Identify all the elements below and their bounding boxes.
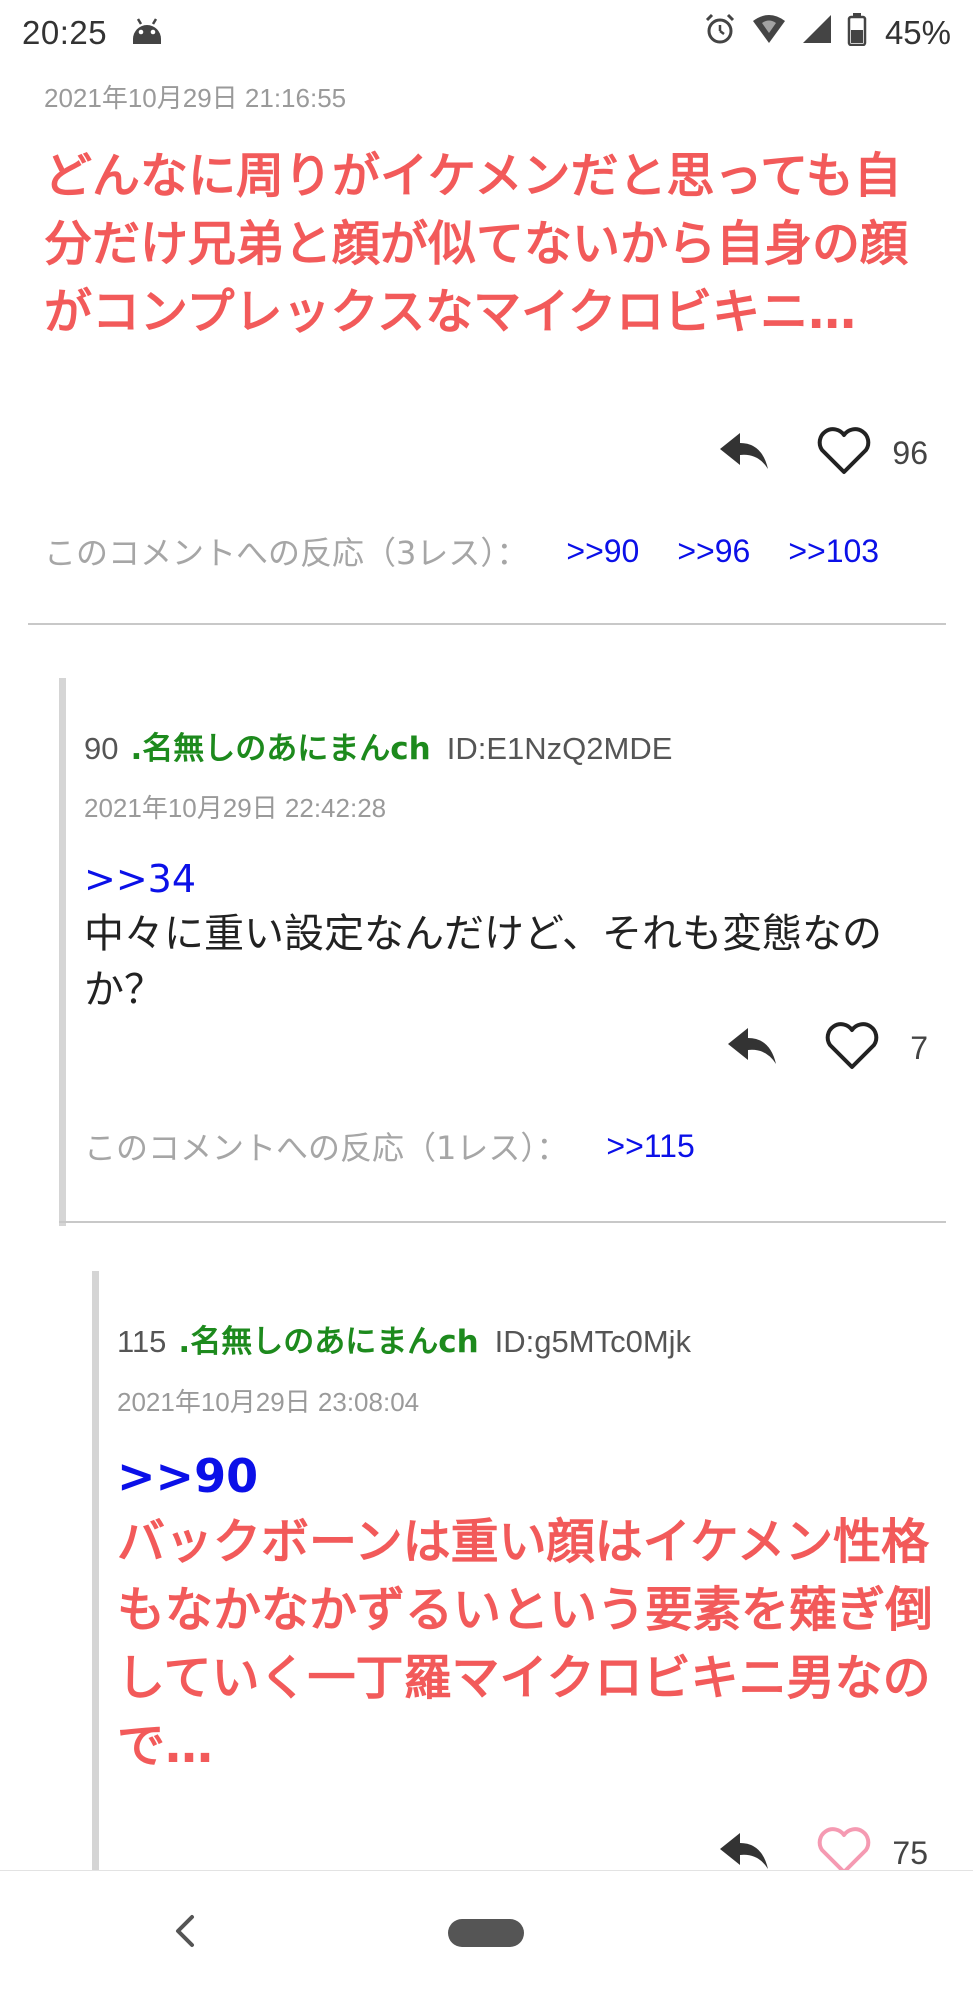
post-number: 90 — [84, 731, 119, 766]
anchor-link[interactable]: >>34 — [84, 854, 196, 904]
like-count: 96 — [892, 434, 928, 471]
post-actions: 96 — [718, 426, 928, 480]
poster-name: .名無しのあにまんch — [130, 731, 431, 767]
battery-icon — [847, 12, 867, 54]
post-header: 115 .名無しのあにまんch ID:g5MTc0Mjk — [117, 1316, 691, 1361]
quote-bar — [59, 678, 66, 1226]
status-left: 20:25 — [22, 13, 165, 53]
wifi-icon — [751, 13, 787, 53]
signal-icon — [801, 13, 833, 53]
post-body: どんなに周りがイケメンだと思っても自分だけ兄弟と顔が似てないから自身の顔がコンプ… — [44, 148, 909, 340]
like-count: 7 — [910, 1029, 928, 1066]
post-date: 2021年10月29日 21:16:55 — [44, 83, 347, 113]
reply-icon[interactable] — [718, 1831, 770, 1875]
post-header: 90 .名無しのあにまんch ID:E1NzQ2MDE — [84, 723, 672, 768]
poster-id: ID:g5MTc0Mjk — [494, 1324, 692, 1359]
navigation-bar — [0, 1870, 973, 2001]
reaction-link[interactable]: >>96 — [677, 533, 750, 570]
anchor-link[interactable]: >>90 — [117, 1446, 258, 1506]
heart-icon[interactable] — [824, 1021, 880, 1075]
like-count: 75 — [892, 1834, 928, 1871]
reaction-link[interactable]: >>115 — [606, 1128, 694, 1165]
like-group: 96 — [816, 426, 928, 480]
reactions-label: このコメントへの反応（3レス）： — [44, 534, 529, 572]
battery-percent: 45% — [884, 14, 951, 51]
divider — [59, 1221, 946, 1223]
poster-id: ID:E1NzQ2MDE — [446, 731, 673, 766]
post-date: 2021年10月29日 22:42:28 — [84, 793, 387, 823]
back-icon[interactable] — [170, 1911, 200, 1955]
post-body: 中々に重い設定なんだけど、それも変態なのか？ — [84, 911, 882, 1013]
post-body: バックボーンは重い顔はイケメン性格もなかなかずるいという要素を薙ぎ倒していく一丁… — [117, 1514, 934, 1774]
home-pill[interactable] — [448, 1919, 524, 1947]
poster-name: .名無しのあにまんch — [178, 1324, 479, 1360]
post-number: 115 — [117, 1324, 167, 1359]
status-bar: 20:25 45% — [0, 0, 973, 66]
reactions-row: このコメントへの反応（1レス）： >>115 — [84, 1123, 695, 1169]
status-time: 20:25 — [22, 14, 108, 51]
divider — [28, 623, 946, 625]
reply-icon[interactable] — [718, 431, 770, 475]
post-actions: 7 — [726, 1021, 928, 1075]
alarm-icon — [703, 12, 737, 54]
reply-icon[interactable] — [726, 1026, 778, 1070]
quote-bar — [92, 1271, 99, 1871]
reaction-link[interactable]: >>90 — [566, 533, 639, 570]
android-debug-icon — [129, 13, 165, 53]
post-date: 2021年10月29日 23:08:04 — [117, 1387, 420, 1417]
reaction-link[interactable]: >>103 — [788, 533, 879, 570]
like-group: 7 — [824, 1021, 928, 1075]
reactions-label: このコメントへの反応（1レス）： — [84, 1129, 569, 1167]
reactions-row: このコメントへの反応（3レス）： >>90 >>96 >>103 — [44, 528, 879, 574]
status-right: 45% — [703, 12, 951, 54]
heart-icon[interactable] — [816, 426, 872, 480]
